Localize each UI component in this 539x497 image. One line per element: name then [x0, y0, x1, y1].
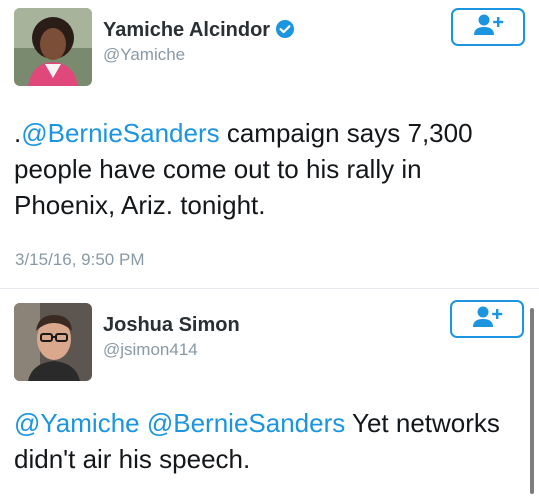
timestamp[interactable]: 3/15/16, 9:50 PM [15, 250, 144, 270]
tweet-text: @Yamiche @BernieSanders Yet networks did… [14, 405, 524, 477]
author-handle[interactable]: @jsimon414 [103, 340, 198, 360]
follow-user-icon [470, 305, 504, 334]
avatar[interactable] [14, 303, 92, 381]
divider [0, 288, 539, 289]
follow-user-icon [471, 13, 505, 42]
tweet-1: Yamiche Alcindor @Yamiche .@BernieSander… [0, 0, 539, 290]
tweet-2: Joshua Simon @jsimon414 @Yamiche @Bernie… [0, 290, 539, 497]
follow-button[interactable] [450, 300, 524, 338]
author-name-text[interactable]: Yamiche Alcindor [103, 19, 270, 41]
author-handle[interactable]: @Yamiche [103, 45, 185, 65]
mention-link[interactable]: @Yamiche [14, 408, 140, 438]
follow-button[interactable] [451, 8, 525, 46]
scrollbar[interactable] [530, 308, 534, 494]
tweet-text: .@BernieSanders campaign says 7,300 peop… [14, 115, 524, 223]
verified-badge-icon [275, 19, 295, 45]
avatar[interactable] [14, 8, 92, 86]
mention-link[interactable]: @BernieSanders [147, 408, 345, 438]
mention-link[interactable]: @BernieSanders [21, 118, 219, 148]
tweet-text-segment [140, 408, 147, 438]
author-name[interactable]: Yamiche Alcindor [103, 19, 295, 45]
author-name[interactable]: Joshua Simon [103, 314, 240, 337]
